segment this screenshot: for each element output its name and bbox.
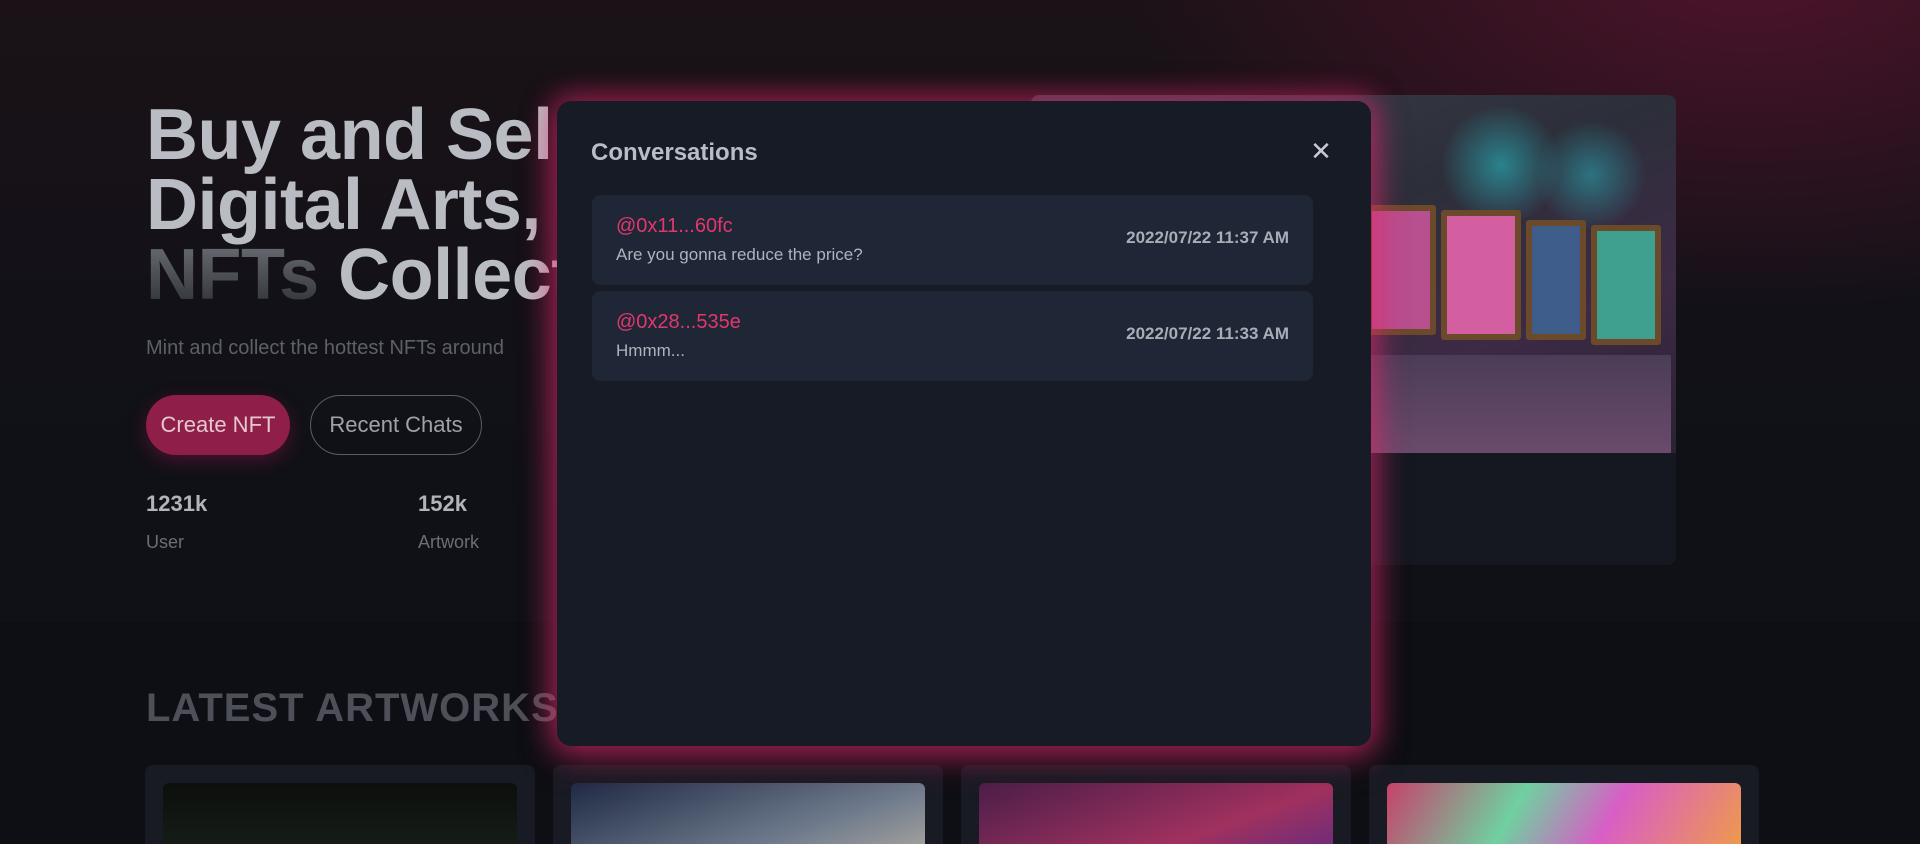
artwork-card[interactable] — [1369, 765, 1759, 844]
artwork-card[interactable] — [961, 765, 1351, 844]
stat-users-value: 1231k — [146, 491, 208, 516]
artwork-card[interactable] — [145, 765, 535, 844]
painting-frame — [1441, 210, 1521, 340]
painting-frame — [1526, 220, 1586, 340]
stat-users-label: User — [146, 532, 185, 552]
recent-chats-button[interactable]: Recent Chats — [310, 395, 482, 455]
conversation-time: 2022/07/22 11:37 AM — [1126, 228, 1289, 247]
close-icon[interactable]: ✕ — [1307, 136, 1335, 166]
artwork-image — [1387, 783, 1741, 844]
modal-title: Conversations — [591, 139, 758, 166]
hero-title-accent: NFTs — [146, 235, 319, 315]
conversation-time: 2022/07/22 11:33 AM — [1126, 324, 1289, 343]
painting-frame — [1366, 205, 1436, 335]
painting-frame — [1591, 225, 1661, 345]
conversation-name: @0x28...535e — [616, 311, 741, 333]
artwork-image — [163, 783, 517, 844]
conversation-message: Hmmm... — [616, 341, 685, 360]
hero-subtitle: Mint and collect the hottest NFTs around — [146, 337, 504, 359]
conversations-modal: Conversations ✕ @0x11...60fc Are you gon… — [557, 101, 1371, 746]
conversation-message: Are you gonna reduce the price? — [616, 245, 863, 264]
conversation-item[interactable]: @0x28...535e Hmmm... 2022/07/22 11:33 AM — [592, 291, 1313, 381]
gallery-floor — [1331, 355, 1671, 453]
artwork-card[interactable] — [553, 765, 943, 844]
conversation-item[interactable]: @0x11...60fc Are you gonna reduce the pr… — [592, 195, 1313, 285]
hero-title-rest: Collect — [338, 235, 575, 315]
conversation-name: @0x11...60fc — [616, 215, 733, 237]
stat-artwork-value: 152k — [418, 491, 467, 516]
stat-artwork-label: Artwork — [418, 532, 480, 552]
artwork-image — [979, 783, 1333, 844]
artwork-image — [571, 783, 925, 844]
create-nft-button[interactable]: Create NFT — [146, 395, 290, 455]
latest-artworks-title: LATEST ARTWORKS — [146, 686, 559, 730]
